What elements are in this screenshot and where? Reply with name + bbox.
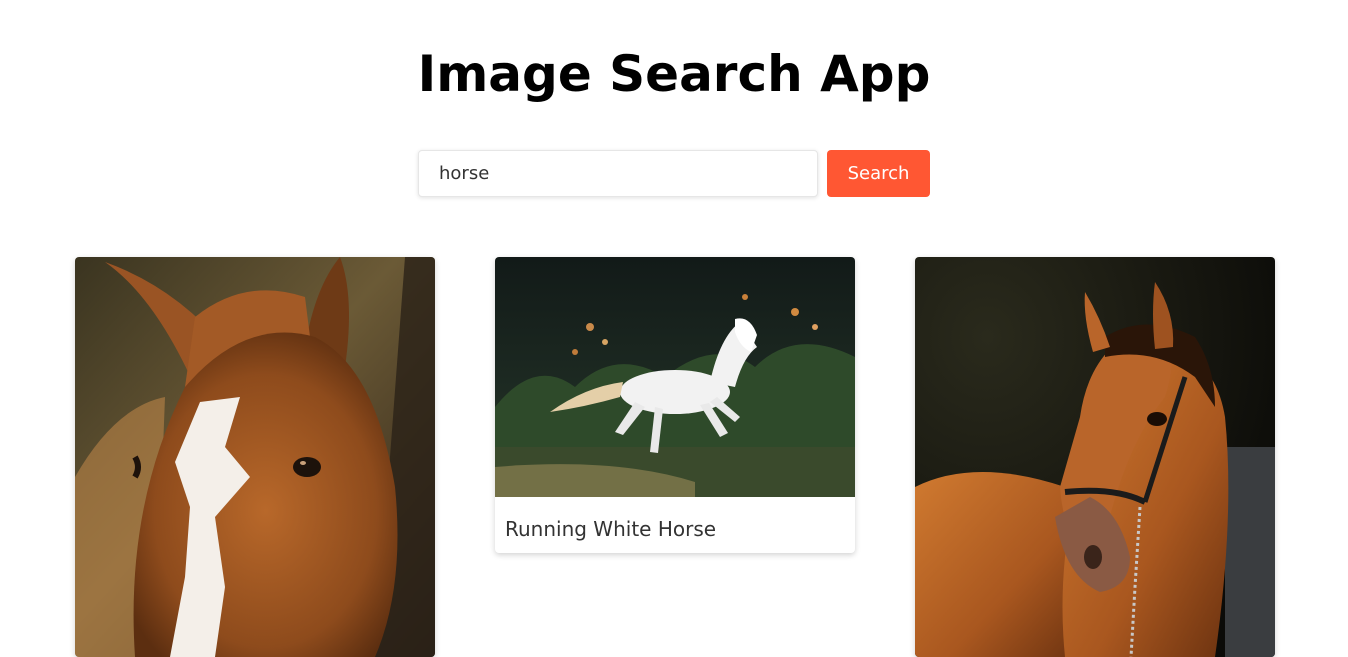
bay-horse-image[interactable]	[915, 257, 1275, 657]
white-horse-image[interactable]	[495, 257, 855, 497]
horse-closeup-image[interactable]	[75, 257, 435, 657]
page-title: Image Search App	[417, 45, 931, 103]
search-button[interactable]: Search	[827, 150, 930, 197]
search-input[interactable]	[418, 150, 818, 197]
result-card[interactable]: Running White Horse	[495, 257, 855, 553]
card-caption: Running White Horse	[505, 517, 717, 541]
result-card[interactable]	[75, 257, 435, 657]
result-card[interactable]	[915, 257, 1275, 657]
search-form: Search	[418, 150, 930, 197]
